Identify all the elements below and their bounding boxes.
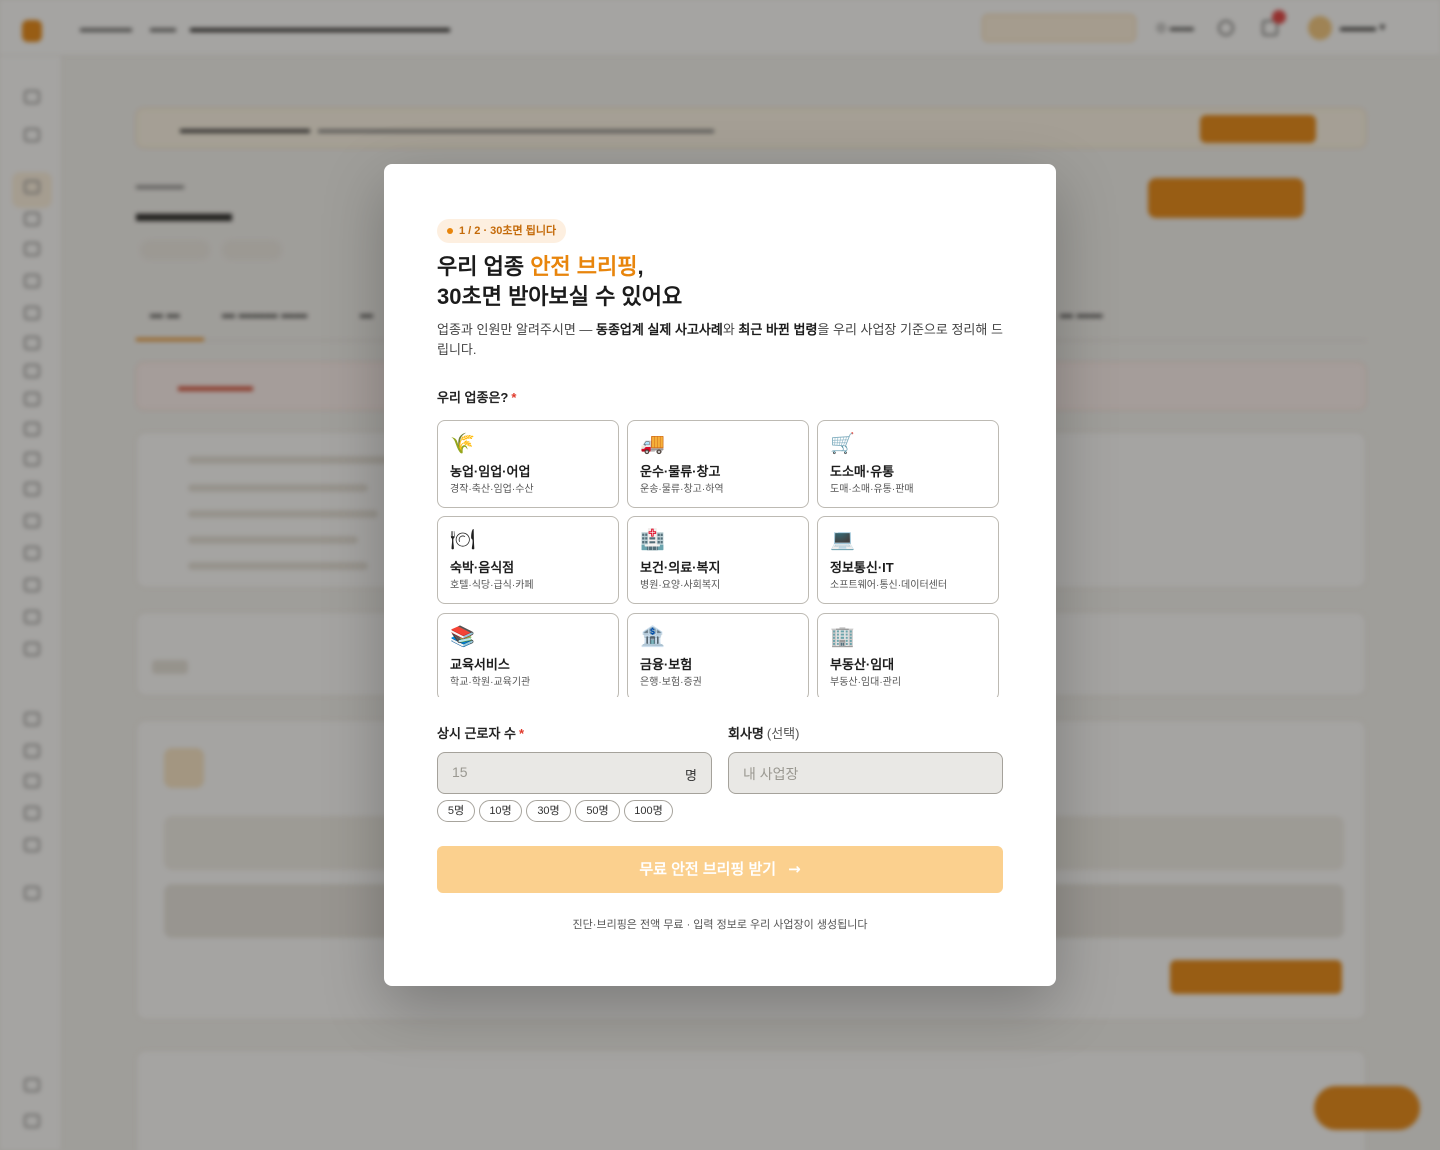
company-label-text: 회사명 — [728, 726, 764, 741]
books-icon: 📚 — [450, 624, 475, 648]
onboarding-modal: 1 / 2 · 30초면 됩니다 우리 업종 안전 브리핑, 30초면 받아보실… — [384, 164, 1056, 986]
industry-option-agriculture[interactable]: 🌾 농업·임업·어업 경작·축산·임업·수산 — [437, 420, 619, 508]
industry-sub: 도매·소매·유통·판매 — [830, 484, 914, 495]
submit-label: 무료 안전 브리핑 받기 — [639, 861, 777, 878]
industry-name: 정보통신·IT — [830, 560, 894, 575]
industry-sub: 부동산·임대·관리 — [830, 677, 902, 688]
worker-chip-5[interactable]: 5명 — [437, 800, 475, 822]
heading-part: , — [637, 254, 644, 279]
heading-accent: 안전 브리핑 — [530, 254, 638, 279]
desc-text: 업종과 인원만 알려주시면 — — [437, 322, 597, 337]
bank-icon: 🏦 — [640, 624, 665, 648]
industry-name: 숙박·음식점 — [450, 560, 515, 575]
industry-name: 도소매·유통 — [830, 464, 895, 479]
industry-option-hospitality[interactable]: 🍽 숙박·음식점 호텔·식당·급식·카페 — [437, 516, 619, 604]
step-dot-icon — [447, 228, 453, 234]
industry-option-retail[interactable]: 🛒 도소매·유통 도매·소매·유통·판매 — [817, 420, 999, 508]
industry-sub: 병원·요양·사회복지 — [640, 580, 721, 591]
arrow-right-icon: → — [788, 860, 801, 878]
industry-sub: 운송·물류·창고·하역 — [640, 484, 724, 495]
workers-input[interactable]: 15 명 — [437, 752, 712, 794]
wheat-icon: 🌾 — [450, 431, 475, 455]
industry-name: 보건·의료·복지 — [640, 560, 721, 575]
worker-chip-100[interactable]: 100명 — [624, 800, 673, 822]
truck-icon: 🚚 — [640, 431, 665, 455]
plate-icon: 🍽 — [450, 527, 476, 551]
step-badge-text: 1 / 2 · 30초면 됩니다 — [459, 225, 557, 237]
industry-sub: 소프트웨어·통신·데이터센터 — [830, 580, 948, 591]
modal-footnote: 진단·브리핑은 전액 무료 · 입력 정보로 우리 사업장이 생성됩니다 — [572, 919, 868, 931]
modal-description: 업종과 인원만 알려주시면 — 동종업계 실제 사고사례와 최근 바뀐 법령을 … — [437, 320, 1007, 360]
workers-label-text: 상시 근로자 수 — [437, 726, 516, 741]
industry-sub: 경작·축산·임업·수산 — [450, 484, 534, 495]
industry-option-it[interactable]: 💻 정보통신·IT 소프트웨어·통신·데이터센터 — [817, 516, 999, 604]
workers-placeholder: 15 — [452, 764, 468, 780]
industry-option-education[interactable]: 📚 교육서비스 학교·학원·교육기관 — [437, 613, 619, 697]
industry-option-logistics[interactable]: 🚚 운수·물류·창고 운송·물류·창고·하역 — [627, 420, 809, 508]
worker-chip-10[interactable]: 10명 — [479, 800, 522, 822]
cart-icon: 🛒 — [830, 431, 855, 455]
submit-button[interactable]: 무료 안전 브리핑 받기 → — [437, 846, 1003, 893]
workers-unit: 명 — [685, 768, 697, 783]
required-mark: * — [511, 390, 517, 405]
industry-label: 우리 업종은? * — [437, 387, 516, 406]
required-mark: * — [518, 726, 525, 741]
industry-sub: 은행·보험·증권 — [640, 677, 702, 688]
desc-bold: 동종업계 실제 사고사례 — [596, 322, 723, 337]
industry-name: 교육서비스 — [450, 657, 510, 672]
modal-heading: 우리 업종 안전 브리핑, 30초면 받아보실 수 있어요 — [437, 252, 997, 312]
company-label: 회사명 (선택) — [728, 723, 799, 742]
worker-chip-30[interactable]: 30명 — [526, 800, 571, 822]
industry-label-text: 우리 업종은? — [437, 390, 509, 405]
industry-sub: 호텔·식당·급식·카페 — [450, 580, 534, 591]
industry-name: 금융·보험 — [640, 657, 693, 672]
desc-bold: 최근 바뀐 법령 — [738, 322, 818, 337]
industry-sub: 학교·학원·교육기관 — [450, 677, 531, 688]
desc-text: 와 — [722, 322, 739, 337]
worker-chip-50[interactable]: 50명 — [575, 800, 620, 822]
heading-part: 우리 업종 — [437, 254, 531, 279]
workers-label: 상시 근로자 수 * — [437, 723, 524, 742]
laptop-icon: 💻 — [830, 527, 855, 551]
industry-option-real-estate[interactable]: 🏢 부동산·임대 부동산·임대·관리 — [817, 613, 999, 697]
hospital-icon: 🏥 — [640, 527, 665, 551]
company-name-input[interactable]: 내 사업장 — [728, 752, 1003, 794]
industry-option-healthcare[interactable]: 🏥 보건·의료·복지 병원·요양·사회복지 — [627, 516, 809, 604]
industry-grid: 🌾 농업·임업·어업 경작·축산·임업·수산 🚚 운수·물류·창고 운송·물류·… — [437, 420, 1003, 697]
office-icon: 🏢 — [830, 624, 855, 648]
heading-line2: 30초면 받아보실 수 있어요 — [437, 284, 683, 309]
industry-option-finance[interactable]: 🏦 금융·보험 은행·보험·증권 — [627, 613, 809, 697]
step-badge: 1 / 2 · 30초면 됩니다 — [437, 219, 567, 243]
industry-name: 부동산·임대 — [830, 657, 895, 672]
company-placeholder: 내 사업장 — [743, 766, 799, 782]
industry-name: 농업·임업·어업 — [450, 464, 531, 479]
optional-mark: (선택) — [766, 726, 800, 741]
industry-name: 운수·물류·창고 — [640, 464, 721, 479]
